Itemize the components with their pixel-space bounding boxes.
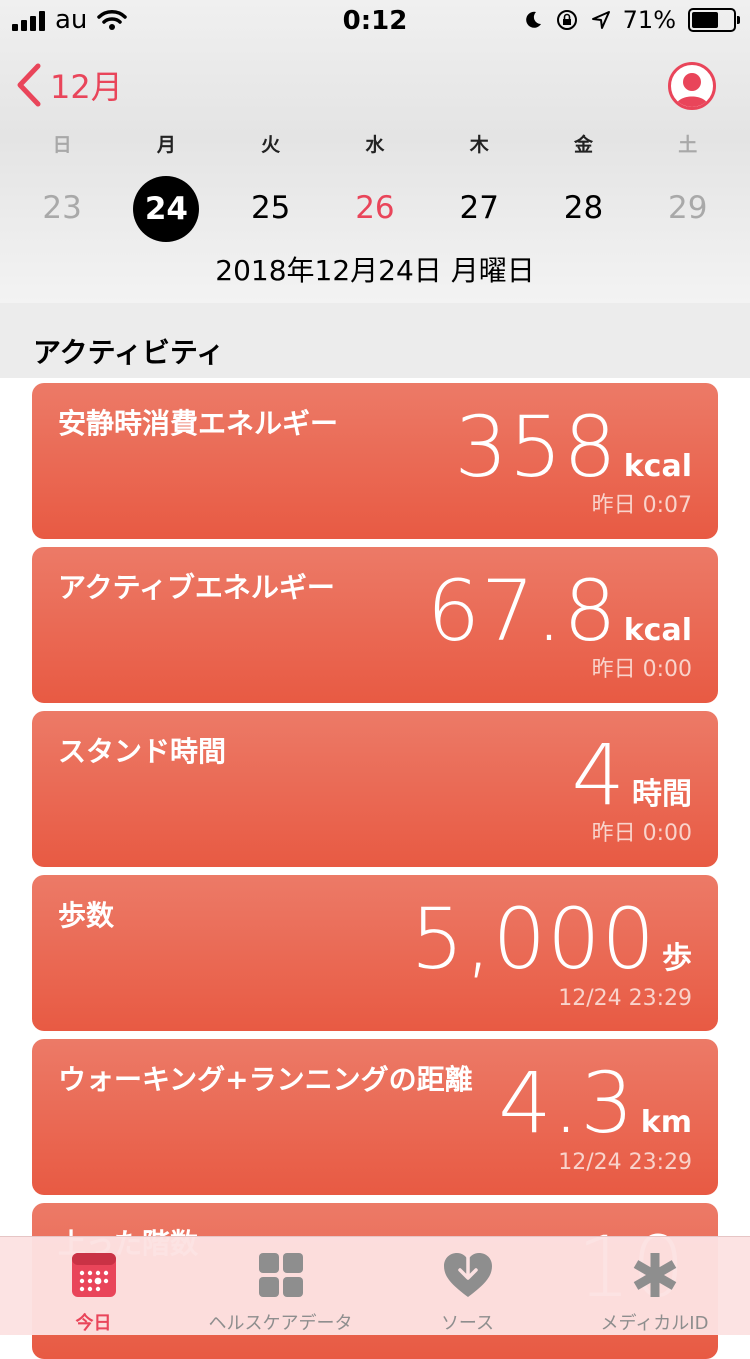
- card-unit: 歩: [662, 941, 692, 976]
- date-cell-today[interactable]: 26: [323, 176, 427, 240]
- tab-label: 今日: [75, 1313, 112, 1334]
- card-number: 5,000: [410, 890, 656, 988]
- weekday-row: 日 月 火 水 木 金 土: [10, 130, 740, 157]
- card-timestamp: 昨日 0:00: [591, 821, 692, 846]
- card-title: アクティブエネルギー: [58, 571, 335, 604]
- date-cell[interactable]: 29: [636, 176, 740, 240]
- card-timestamp: 昨日 0:00: [591, 657, 692, 682]
- card-timestamp: 昨日 0:07: [591, 493, 692, 518]
- rotation-lock-icon: [556, 10, 577, 30]
- card-title: 安静時消費エネルギー: [58, 407, 339, 440]
- battery-icon: [688, 8, 740, 32]
- status-right: 71%: [523, 6, 740, 34]
- card-value: 4.3 km: [498, 1061, 692, 1145]
- location-icon: [591, 11, 610, 29]
- heart-download-icon: [443, 1253, 492, 1297]
- tab-label: メディカルID: [600, 1313, 709, 1334]
- card-value: 4 時間: [572, 733, 692, 817]
- card-timestamp: 12/24 23:29: [558, 1150, 692, 1175]
- card-unit: 時間: [632, 777, 692, 812]
- grid-icon: [258, 1253, 303, 1297]
- tab-sources[interactable]: ソース: [374, 1247, 561, 1335]
- back-button[interactable]: 12月: [16, 62, 123, 108]
- card-number: 4.3: [498, 1054, 635, 1152]
- weekday-label: 月: [156, 134, 176, 156]
- selected-date-label: 2018年12月24日 月曜日: [215, 254, 535, 287]
- back-label: 12月: [50, 68, 123, 106]
- weekday-label: 金: [573, 134, 593, 156]
- card-stand-hours[interactable]: スタンド時間 4 時間 昨日 0:00: [32, 711, 718, 867]
- weekday-label: 木: [469, 134, 489, 156]
- tab-bar: 今日 ヘルスケアデータ ソース メディカルID: [0, 1236, 750, 1335]
- card-unit: kcal: [623, 613, 692, 648]
- tab-label: ソース: [440, 1313, 495, 1334]
- profile-icon: [675, 73, 709, 107]
- card-steps[interactable]: 歩数 5,000 歩 12/24 23:29: [32, 875, 718, 1031]
- tab-medical-id[interactable]: メディカルID: [561, 1247, 748, 1335]
- weekday-label: 土: [678, 134, 698, 156]
- moon-icon: [525, 11, 541, 28]
- section-header: アクティビティ: [0, 303, 750, 378]
- date-cell[interactable]: 25: [219, 176, 323, 240]
- card-unit: km: [640, 1105, 692, 1140]
- card-active-energy[interactable]: アクティブエネルギー 67.8 kcal 昨日 0:00: [32, 547, 718, 703]
- tab-label: ヘルスケアデータ: [208, 1313, 353, 1334]
- section-title: アクティビティ: [33, 336, 225, 369]
- card-unit: kcal: [623, 449, 692, 484]
- card-walking-running-distance[interactable]: ウォーキング+ランニングの距離 4.3 km 12/24 23:29: [32, 1039, 718, 1195]
- card-timestamp: 12/24 23:29: [558, 986, 692, 1011]
- card-number: 67.8: [426, 562, 618, 660]
- tab-today[interactable]: 今日: [0, 1247, 187, 1335]
- tab-health-data[interactable]: ヘルスケアデータ: [187, 1247, 374, 1335]
- card-title: ウォーキング+ランニングの距離: [58, 1063, 473, 1096]
- weekday-label: 日: [52, 134, 72, 156]
- weekday-label: 火: [261, 134, 281, 156]
- date-cell[interactable]: 23: [10, 176, 114, 240]
- card-number: 4: [571, 726, 626, 824]
- chevron-left-icon: [17, 63, 41, 107]
- date-cell[interactable]: 27: [427, 176, 531, 240]
- weekday-label: 水: [365, 134, 385, 156]
- medical-asterisk-icon: [633, 1253, 676, 1297]
- card-value: 67.8 kcal: [427, 569, 692, 653]
- battery-percent: 71%: [622, 6, 676, 34]
- card-resting-energy[interactable]: 安静時消費エネルギー 358 kcal 昨日 0:07: [32, 383, 718, 539]
- card-value: 358 kcal: [454, 405, 692, 489]
- selected-date: 24: [133, 176, 200, 242]
- card-title: スタンド時間: [58, 735, 227, 768]
- date-cell-selected[interactable]: 24: [114, 176, 218, 242]
- date-row: 23 24 25 26 27 28 29: [10, 176, 740, 242]
- calendar-header: 12月 日 月 火 水 木 金 土 23 24 25 26 27 28 29 2…: [0, 0, 750, 304]
- date-cell[interactable]: 28: [531, 176, 635, 240]
- calendar-icon: [71, 1253, 116, 1297]
- profile-button[interactable]: [668, 62, 716, 110]
- status-bar: au 0:12 71%: [0, 0, 750, 40]
- card-number: 358: [454, 398, 618, 496]
- card-value: 5,000 歩: [411, 897, 692, 981]
